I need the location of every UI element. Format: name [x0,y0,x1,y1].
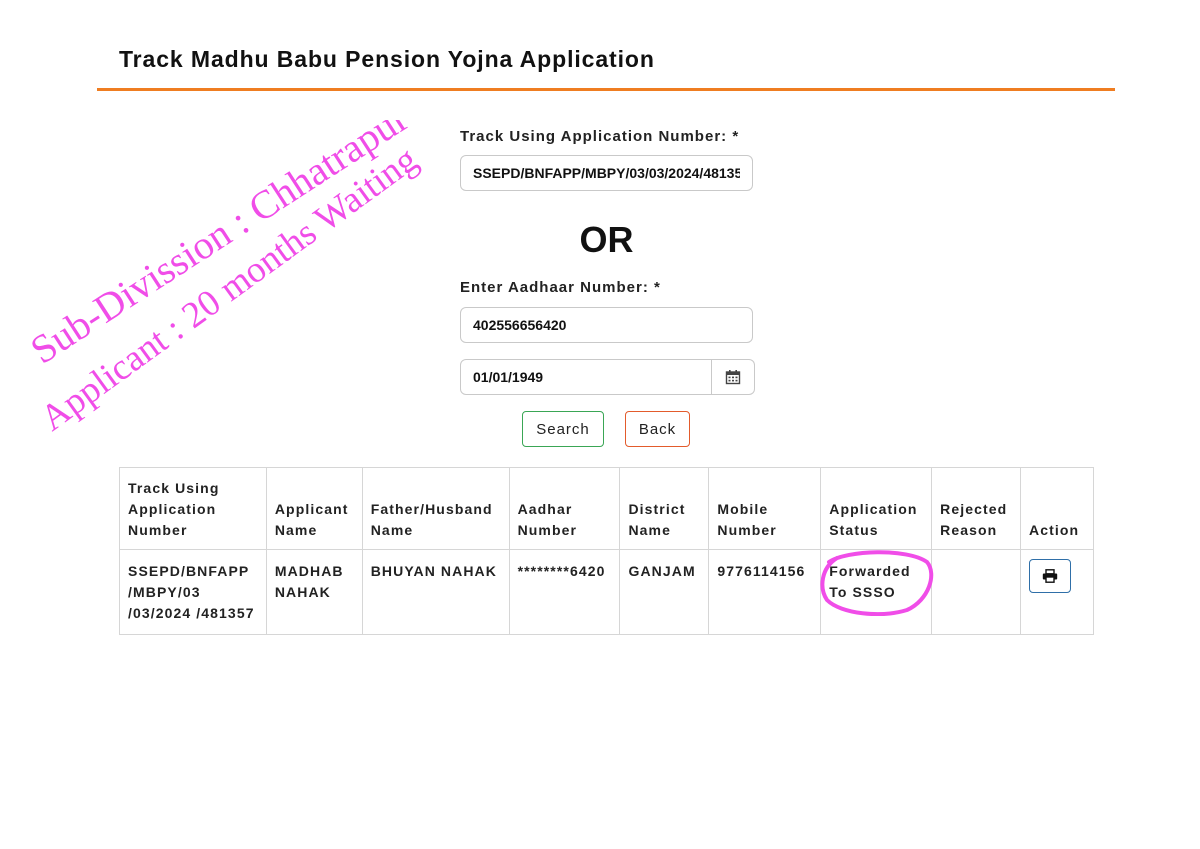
or-separator: OR [579,219,634,260]
header-father-husband-name: Father/Husband Name [361,467,510,550]
dob-field-group [460,359,755,395]
header-applicant-name: Applicant Name [265,467,363,550]
app-number-input[interactable] [460,155,753,191]
header-app-number: Track Using Application Number [119,467,267,550]
cell-application-status: Forwarded To SSSO [820,549,933,635]
header-action: Action [1020,467,1094,550]
aadhaar-label: Enter Aadhaar Number: * [460,279,661,296]
dob-input[interactable] [460,359,712,395]
header-application-status: Application Status [820,467,933,550]
app-number-label: Track Using Application Number: * [460,128,740,145]
header-mobile-number: Mobile Number [708,467,822,550]
header-aadhar-number: Aadhar Number [508,467,621,550]
cell-district-name: GANJAM [619,549,710,635]
handwritten-annotation: Sub-Divission : Chhatrapur Applicant : 2… [22,120,425,439]
cell-action [1020,549,1094,635]
cell-app-number: SSEPD/BNFAPP /MBPY/03 /03/2024 /481357 [119,549,267,635]
table-header-row: Track Using Application Number Applicant… [119,467,1094,550]
title-divider [97,88,1115,91]
calendar-icon [725,370,741,385]
calendar-button[interactable] [712,359,755,395]
aadhaar-input[interactable] [460,307,753,343]
annotation-subdivision: Sub-Divission : Chhatrapur [22,120,416,373]
table-row: SSEPD/BNFAPP /MBPY/03 /03/2024 /481357 M… [119,549,1094,635]
header-district-name: District Name [619,467,710,550]
header-rejected-reason: Rejected Reason [931,467,1022,550]
cell-mobile-number: 9776114156 [708,549,822,635]
cell-aadhar-number: ********6420 [508,549,621,635]
print-icon [1042,569,1058,583]
print-button[interactable] [1029,559,1072,593]
back-button[interactable]: Back [625,411,690,447]
annotation-waiting: Applicant : 20 months Waiting [33,139,425,439]
cell-applicant-name: MADHAB NAHAK [265,549,363,635]
cell-rejected-reason [931,549,1022,635]
page-title: Track Madhu Babu Pension Yojna Applicati… [119,46,655,72]
results-table: Track Using Application Number Applicant… [119,467,1094,635]
cell-father-husband-name: BHUYAN NAHAK [361,549,510,635]
search-button[interactable]: Search [522,411,604,447]
